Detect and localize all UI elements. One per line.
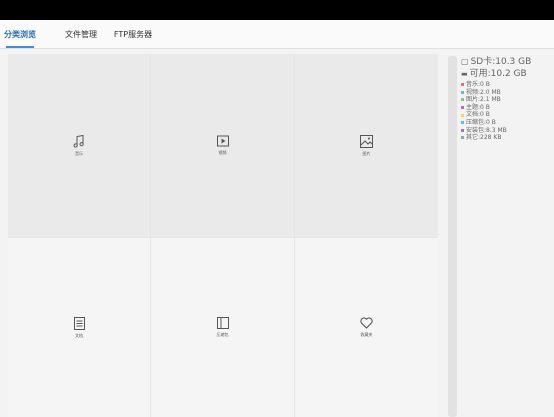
tab-bar: 分类浏览 文件管理 FTP服务器	[0, 20, 554, 49]
storage-item-label: 图片:2.1 MB	[466, 96, 501, 104]
scrollbar[interactable]	[448, 56, 457, 417]
storage-item-label: 压缩包:0 B	[466, 118, 496, 126]
category-label-video: 视频	[218, 150, 227, 155]
tab-file-manager[interactable]: 文件管理	[62, 20, 100, 48]
storage-item: 文档:0 B	[461, 111, 554, 119]
storage-breakdown: 音乐:0 B 视频:2.0 MB 图片:2.1 MB 主题:0 B 文档:0 B 压缩包:…	[461, 81, 554, 142]
category-label-archive: 压缩包	[216, 332, 229, 337]
category-document[interactable]: 文档	[8, 238, 150, 417]
category-music[interactable]: 音乐	[8, 54, 150, 237]
legend-color-swatch	[461, 128, 464, 132]
tab-category-browse[interactable]: 分类浏览	[0, 20, 40, 48]
video-play-icon	[216, 135, 229, 147]
sd-card-total-text: SD卡:10.3 GB	[470, 57, 532, 67]
storage-item: 图片:2.1 MB	[461, 96, 554, 104]
storage-item-label: 文档:0 B	[466, 111, 490, 119]
storage-icon: ▬	[461, 70, 468, 78]
category-grid: 音乐 视频 图片 文档 压缩包 收藏夹	[8, 54, 438, 417]
sd-card-total: ▢ SD卡:10.3 GB	[461, 56, 554, 68]
storage-item: 压缩包:0 B	[461, 119, 554, 127]
music-note-icon	[72, 134, 86, 148]
available-space-text: 可用:10.2 GB	[469, 69, 527, 79]
tab-ftp-server[interactable]: FTP服务器	[112, 20, 154, 48]
legend-color-swatch	[461, 121, 464, 125]
legend-color-swatch	[461, 98, 464, 102]
legend-color-swatch	[461, 113, 464, 117]
storage-panel: ▢ SD卡:10.3 GB ▬ 可用:10.2 GB 音乐:0 B 视频:2.0 …	[461, 56, 554, 417]
category-favorites[interactable]: 收藏夹	[295, 238, 438, 417]
category-label-image: 图片	[362, 150, 371, 156]
storage-item-label: 其它:228 KB	[466, 134, 502, 142]
legend-color-swatch	[461, 83, 464, 87]
category-archive[interactable]: 压缩包	[151, 238, 294, 417]
storage-item-label: 音乐:0 B	[466, 81, 490, 88]
document-icon	[73, 316, 85, 330]
category-label-document: 文档	[75, 332, 83, 338]
category-image[interactable]: 图片	[295, 54, 438, 237]
sd-card-icon: ▢	[461, 57, 469, 66]
available-space: ▬ 可用:10.2 GB	[461, 68, 554, 80]
category-label-music: 音乐	[75, 151, 83, 156]
storage-item: 其它:228 KB	[461, 134, 554, 142]
heart-icon	[360, 317, 373, 329]
legend-color-swatch	[461, 90, 464, 94]
legend-color-swatch	[461, 106, 464, 110]
category-video[interactable]: 视频	[151, 54, 294, 237]
book-icon	[216, 317, 229, 329]
category-label-favorites: 收藏夹	[360, 332, 373, 337]
status-bar	[0, 0, 554, 20]
image-icon	[360, 134, 373, 148]
storage-item: 音乐:0 B	[461, 81, 554, 89]
legend-color-swatch	[461, 136, 464, 140]
